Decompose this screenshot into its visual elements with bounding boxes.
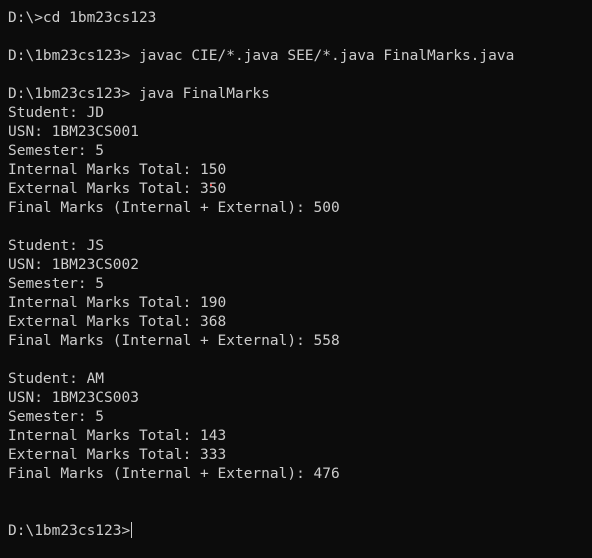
- prompt-line[interactable]: D:\1bm23cs123>: [8, 522, 592, 541]
- final-marks-line: Final Marks (Internal + External): 500: [8, 200, 340, 216]
- command-line-javac: D:\1bm23cs123> javac CIE/*.java SEE/*.ja…: [8, 48, 515, 64]
- usn-line: USN: 1BM23CS003: [8, 390, 139, 406]
- semester-line: Semester: 5: [8, 143, 105, 159]
- external-marks-line: External Marks Total: 333: [8, 447, 227, 463]
- semester-line: Semester: 5: [8, 276, 105, 292]
- student-name-line: Student: AM: [8, 371, 105, 387]
- text-cursor: [131, 522, 133, 538]
- student-block: Student: JS USN: 1BM23CS002 Semester: 5 …: [8, 237, 592, 351]
- usn-line: USN: 1BM23CS001: [8, 124, 139, 140]
- external-marks-line: External Marks Total: 368: [8, 314, 227, 330]
- semester-line: Semester: 5: [8, 409, 105, 425]
- internal-marks-line: Internal Marks Total: 190: [8, 295, 227, 311]
- student-block: Student: AM USN: 1BM23CS003 Semester: 5 …: [8, 370, 592, 484]
- student-name-line: Student: JS: [8, 238, 105, 254]
- terminal-window[interactable]: D:\>cd 1bm23cs123 D:\1bm23cs123> javac C…: [0, 0, 592, 558]
- final-marks-line: Final Marks (Internal + External): 476: [8, 466, 340, 482]
- student-name-line: Student: JD: [8, 105, 105, 121]
- command-line-cd: D:\>cd 1bm23cs123: [8, 10, 157, 26]
- internal-marks-line: Internal Marks Total: 150: [8, 162, 227, 178]
- red-marker-dot: [210, 184, 212, 186]
- command-line-java: D:\1bm23cs123> java FinalMarks: [8, 86, 270, 102]
- student-block: Student: JD USN: 1BM23CS001 Semester: 5 …: [8, 104, 592, 218]
- prompt-text: D:\1bm23cs123>: [8, 523, 131, 539]
- usn-line: USN: 1BM23CS002: [8, 257, 139, 273]
- external-marks-line: External Marks Total: 350: [8, 181, 227, 197]
- final-marks-line: Final Marks (Internal + External): 558: [8, 333, 340, 349]
- internal-marks-line: Internal Marks Total: 143: [8, 428, 227, 444]
